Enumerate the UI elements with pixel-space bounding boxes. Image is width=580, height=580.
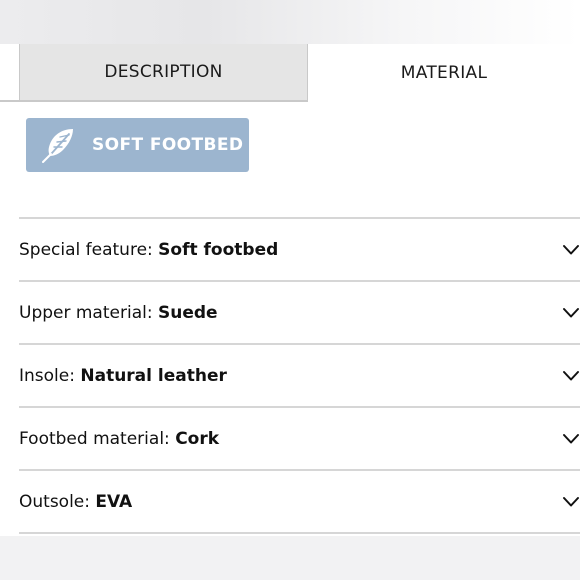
chevron-down-icon[interactable] — [562, 433, 580, 445]
chevron-down-icon[interactable] — [562, 244, 580, 256]
tab-divider — [0, 100, 19, 102]
spec-key: Footbed material: — [19, 428, 170, 449]
spec-key: Upper material: — [19, 302, 153, 323]
top-background — [0, 0, 580, 44]
spec-row-outsole[interactable]: Outsole: EVA — [19, 471, 580, 534]
soft-footbed-badge: SOFT FOOTBED — [26, 118, 249, 172]
spec-row-upper-material[interactable]: Upper material: Suede — [19, 282, 580, 345]
spec-value: Suede — [157, 302, 218, 323]
chevron-down-icon[interactable] — [562, 496, 580, 508]
tab-bar: DESCRIPTION MATERIAL — [0, 44, 580, 102]
spec-row-footbed-material[interactable]: Footbed material: Cork — [19, 408, 580, 471]
spec-row-insole[interactable]: Insole: Natural leather — [19, 345, 580, 408]
spec-value: Natural leather — [80, 365, 227, 386]
spec-list: Special feature: Soft footbed Upper mate… — [19, 217, 580, 534]
badge-label: SOFT FOOTBED — [92, 135, 244, 155]
chevron-down-icon[interactable] — [562, 370, 580, 382]
tab-material-label: MATERIAL — [400, 63, 488, 83]
tab-description[interactable]: DESCRIPTION — [19, 44, 308, 102]
chevron-down-icon[interactable] — [562, 307, 580, 319]
tab-material[interactable]: MATERIAL — [308, 44, 580, 102]
spec-value: Cork — [175, 428, 220, 449]
spec-key: Insole: — [19, 365, 75, 386]
spec-key: Special feature: — [19, 239, 153, 260]
spec-key: Outsole: — [19, 491, 90, 512]
spec-value: EVA — [95, 491, 133, 512]
spec-row-special-feature[interactable]: Special feature: Soft footbed — [19, 219, 580, 282]
feather-icon — [40, 125, 80, 165]
tab-description-label: DESCRIPTION — [104, 62, 223, 82]
bottom-background — [0, 536, 580, 580]
spec-value: Soft footbed — [158, 239, 279, 260]
